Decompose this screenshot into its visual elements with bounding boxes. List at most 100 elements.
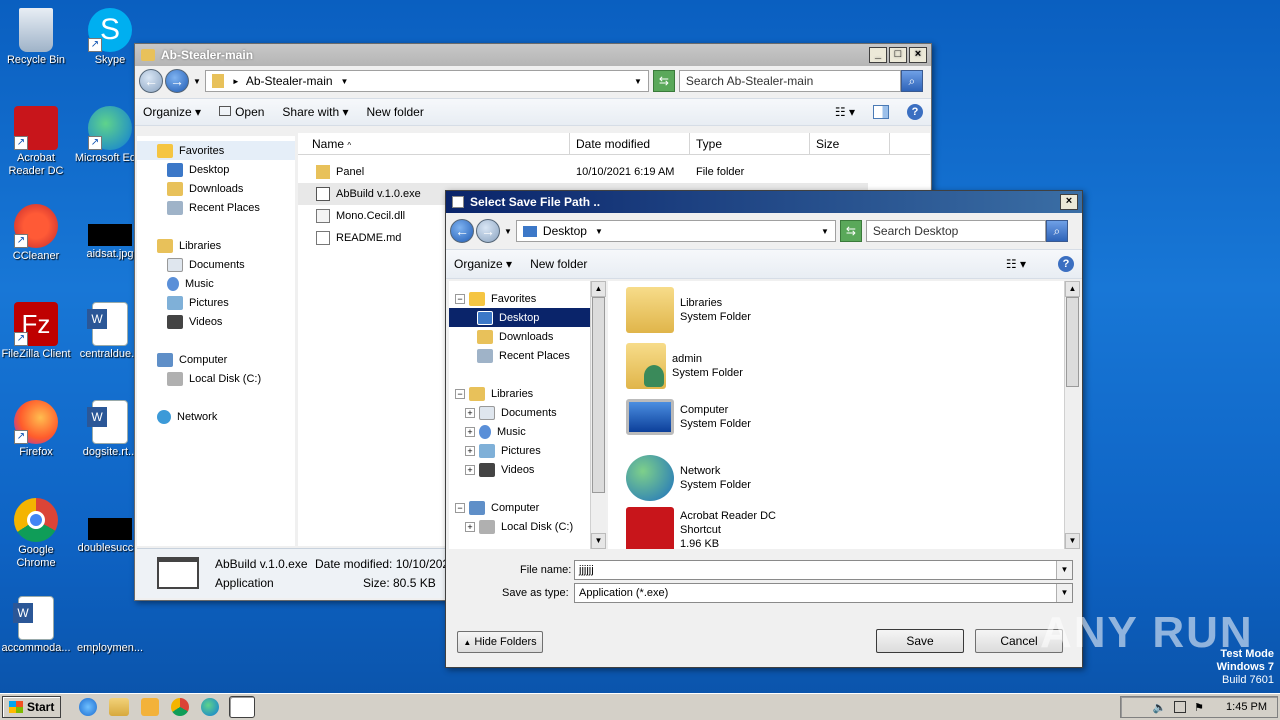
nav-desktop[interactable]: Desktop — [449, 308, 591, 327]
help-icon[interactable]: ? — [1058, 256, 1074, 272]
preview-pane-icon[interactable] — [873, 105, 889, 119]
list-item[interactable]: Libraries System Folder — [626, 287, 751, 333]
refresh-button[interactable]: ⇆ — [652, 70, 675, 92]
column-size[interactable]: Size — [810, 132, 890, 155]
expand-icon[interactable]: + — [465, 521, 475, 532]
minimize-button[interactable]: _ — [869, 47, 887, 63]
collapse-icon[interactable]: − — [455, 293, 465, 304]
media-player-icon[interactable] — [141, 698, 160, 716]
collapse-icon[interactable]: − — [455, 388, 465, 399]
close-button[interactable]: × — [909, 47, 927, 63]
new-folder-button[interactable]: New folder — [530, 257, 587, 271]
nav-music[interactable]: Music — [137, 274, 295, 293]
search-input[interactable]: Search Desktop — [865, 220, 1046, 242]
expand-icon[interactable]: + — [465, 445, 475, 456]
nav-computer[interactable]: Computer — [137, 350, 295, 369]
desktop-icon-accommoda[interactable]: W accommoda... — [0, 596, 72, 655]
chevron-down-icon[interactable]: ▼ — [341, 77, 349, 86]
chevron-down-icon[interactable]: ▼ — [504, 227, 512, 236]
scroll-down-icon[interactable]: ▼ — [591, 533, 606, 549]
active-app-icon[interactable] — [229, 696, 256, 718]
address-field[interactable]: ► Ab-Stealer-main ▼ ▼ — [204, 70, 649, 92]
forward-button[interactable]: → — [165, 69, 189, 93]
desktop-icon-filezilla[interactable]: Fz ↗ FileZilla Client — [0, 302, 72, 361]
nav-libraries[interactable]: Libraries — [137, 236, 295, 255]
nav-downloads[interactable]: Downloads — [137, 179, 295, 198]
nav-documents[interactable]: + Documents — [449, 403, 591, 422]
maximize-button[interactable]: □ — [889, 47, 907, 63]
explorer-titlebar[interactable]: Ab-Stealer-main _ □ × — [135, 44, 931, 66]
nav-recent-places[interactable]: Recent Places — [449, 346, 591, 365]
content-pane-scrollbar[interactable]: ▲ ▼ — [1064, 281, 1080, 549]
nav-favorites[interactable]: − Favorites — [449, 289, 591, 308]
list-item[interactable]: Network System Folder — [626, 455, 751, 501]
internet-explorer-icon[interactable] — [79, 698, 98, 716]
nav-computer[interactable]: − Computer — [449, 498, 591, 517]
column-date-modified[interactable]: Date modified — [570, 132, 690, 155]
scroll-down-icon[interactable]: ▼ — [1065, 533, 1080, 549]
nav-downloads[interactable]: Downloads — [449, 327, 591, 346]
save-button[interactable]: Save — [876, 629, 964, 653]
expand-icon[interactable]: + — [465, 426, 475, 437]
nav-videos[interactable]: + Videos — [449, 460, 591, 479]
file-row[interactable]: Panel 10/10/2021 6:19 AM File folder — [298, 161, 930, 183]
file-explorer-icon[interactable] — [109, 698, 130, 716]
edge-icon[interactable] — [201, 698, 220, 716]
nav-desktop[interactable]: Desktop — [137, 160, 295, 179]
share-with-button[interactable]: Share with ▾ — [282, 105, 348, 119]
close-button[interactable]: × — [1060, 194, 1078, 210]
dialog-titlebar[interactable]: Select Save File Path .. × — [446, 191, 1082, 213]
collapse-icon[interactable]: − — [455, 502, 465, 513]
column-name[interactable]: Name ^ — [298, 132, 570, 155]
chevron-down-icon[interactable]: ▼ — [1056, 584, 1072, 602]
nav-videos[interactable]: Videos — [137, 312, 295, 331]
desktop-icon-firefox[interactable]: ↗ Firefox — [0, 400, 72, 459]
open-button[interactable]: Open — [219, 105, 264, 119]
nav-network[interactable]: Network — [137, 407, 295, 426]
nav-favorites[interactable]: Favorites — [137, 141, 295, 160]
nav-pane-scrollbar[interactable]: ▲ ▼ — [590, 281, 606, 549]
network-tray-icon[interactable] — [1174, 701, 1187, 713]
expand-icon[interactable]: + — [465, 407, 475, 418]
address-dropdown-icon[interactable]: ▼ — [821, 227, 829, 236]
help-icon[interactable]: ? — [907, 104, 923, 120]
back-button[interactable]: ← — [139, 69, 163, 93]
chevron-down-icon[interactable]: ▼ — [595, 227, 603, 236]
volume-icon[interactable]: 🔈 — [1152, 701, 1166, 714]
desktop-icon-recycle-bin[interactable]: Recycle Bin — [0, 8, 72, 67]
nav-local-disk[interactable]: Local Disk (C:) — [137, 369, 295, 388]
organize-button[interactable]: Organize ▾ — [454, 257, 512, 271]
chevron-down-icon[interactable]: ▼ — [193, 77, 201, 86]
search-icon[interactable]: ⌕ — [1045, 220, 1068, 242]
chevron-down-icon[interactable]: ▼ — [1056, 561, 1072, 579]
nav-pictures[interactable]: + Pictures — [449, 441, 591, 460]
scroll-up-icon[interactable]: ▲ — [1065, 281, 1080, 297]
desktop-icon-employmen[interactable]: employmen... — [74, 596, 146, 655]
nav-local-disk[interactable]: + Local Disk (C:) — [449, 517, 591, 536]
save-as-type-select[interactable]: Application (*.exe) ▼ — [574, 583, 1073, 603]
desktop-icon-chrome[interactable]: Google Chrome — [0, 498, 72, 570]
file-name-field[interactable]: jjjjjj ▼ — [574, 560, 1073, 580]
new-folder-button[interactable]: New folder — [366, 105, 423, 119]
refresh-button[interactable]: ⇆ — [839, 220, 862, 242]
nav-recent-places[interactable]: Recent Places — [137, 198, 295, 217]
view-options-icon[interactable]: ☷ ▾ — [1006, 257, 1026, 271]
address-field[interactable]: Desktop ▼ ▼ — [515, 220, 836, 242]
list-item[interactable]: admin System Folder — [626, 343, 743, 389]
chrome-icon[interactable] — [171, 698, 190, 716]
nav-libraries[interactable]: − Libraries — [449, 384, 591, 403]
scroll-up-icon[interactable]: ▲ — [591, 281, 606, 297]
search-input[interactable]: Search Ab-Stealer-main — [678, 70, 901, 92]
nav-pictures[interactable]: Pictures — [137, 293, 295, 312]
breadcrumb[interactable]: Desktop — [543, 224, 587, 238]
forward-button[interactable]: → — [476, 219, 500, 243]
expand-icon[interactable]: + — [465, 464, 475, 475]
hide-folders-button[interactable]: ▲ Hide Folders — [457, 631, 543, 653]
scroll-thumb[interactable] — [1066, 297, 1079, 387]
search-icon[interactable]: ⌕ — [900, 70, 923, 92]
column-type[interactable]: Type — [690, 132, 810, 155]
view-options-icon[interactable]: ☷ ▾ — [835, 105, 855, 119]
desktop-icon-acrobat[interactable]: ↗ Acrobat Reader DC — [0, 106, 72, 178]
breadcrumb[interactable]: Ab-Stealer-main — [246, 74, 333, 88]
clock[interactable]: 1:45 PM — [1226, 701, 1267, 713]
